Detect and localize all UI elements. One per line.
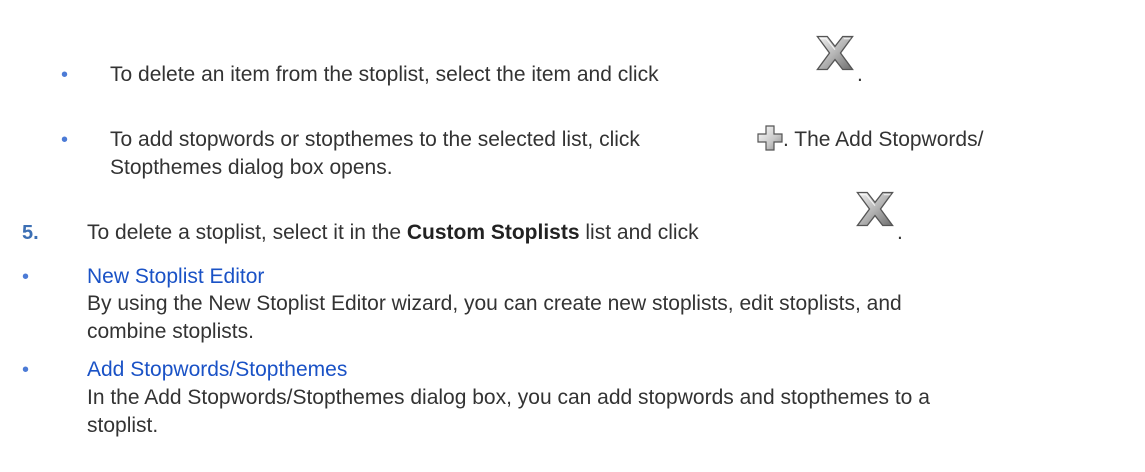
step-5-period: . [897,221,903,244]
sub-bullet-add-stopwords: To add stopwords or stopthemes to the se… [110,126,640,154]
sub-bullet-2-tail: . The Add Stopwords/ [783,128,984,151]
add-stopwords-desc-1: In the Add Stopwords/Stopthemes dialog b… [87,386,930,409]
bullet-marker: • [61,64,69,86]
step-5-text-before: To delete a stoplist, select it in the [87,221,402,244]
bullet-marker: • [22,266,30,288]
delete-x-icon [813,34,857,72]
step-5-text-after: list and click [585,221,699,244]
custom-stoplists-label: Custom Stoplists [406,221,580,244]
new-stoplist-editor-link[interactable]: New Stoplist Editor [87,263,264,291]
new-stoplist-editor-desc-1: By using the New Stoplist Editor wizard,… [87,292,902,315]
add-stopwords-desc-2: stoplist. [87,414,159,437]
sub-bullet-1-text: To delete an item from the stoplist, sel… [110,63,659,86]
bullet-marker: • [61,129,69,151]
sub-bullet-1-period: . [857,63,863,86]
add-plus-icon [757,125,783,151]
bullet-marker: • [22,359,30,381]
step-5-text: To delete a stoplist, select it in the C… [87,219,699,247]
sub-bullet-2-continuation: Stopthemes dialog box opens. [110,156,393,179]
sub-bullet-delete-item: To delete an item from the stoplist, sel… [110,61,659,89]
delete-x-icon [853,190,897,228]
add-stopwords-stopthemes-link[interactable]: Add Stopwords/Stopthemes [87,356,347,384]
step-number: 5. [22,222,39,244]
sub-bullet-2-text: To add stopwords or stopthemes to the se… [110,128,640,151]
new-stoplist-editor-desc-2: combine stoplists. [87,320,254,343]
